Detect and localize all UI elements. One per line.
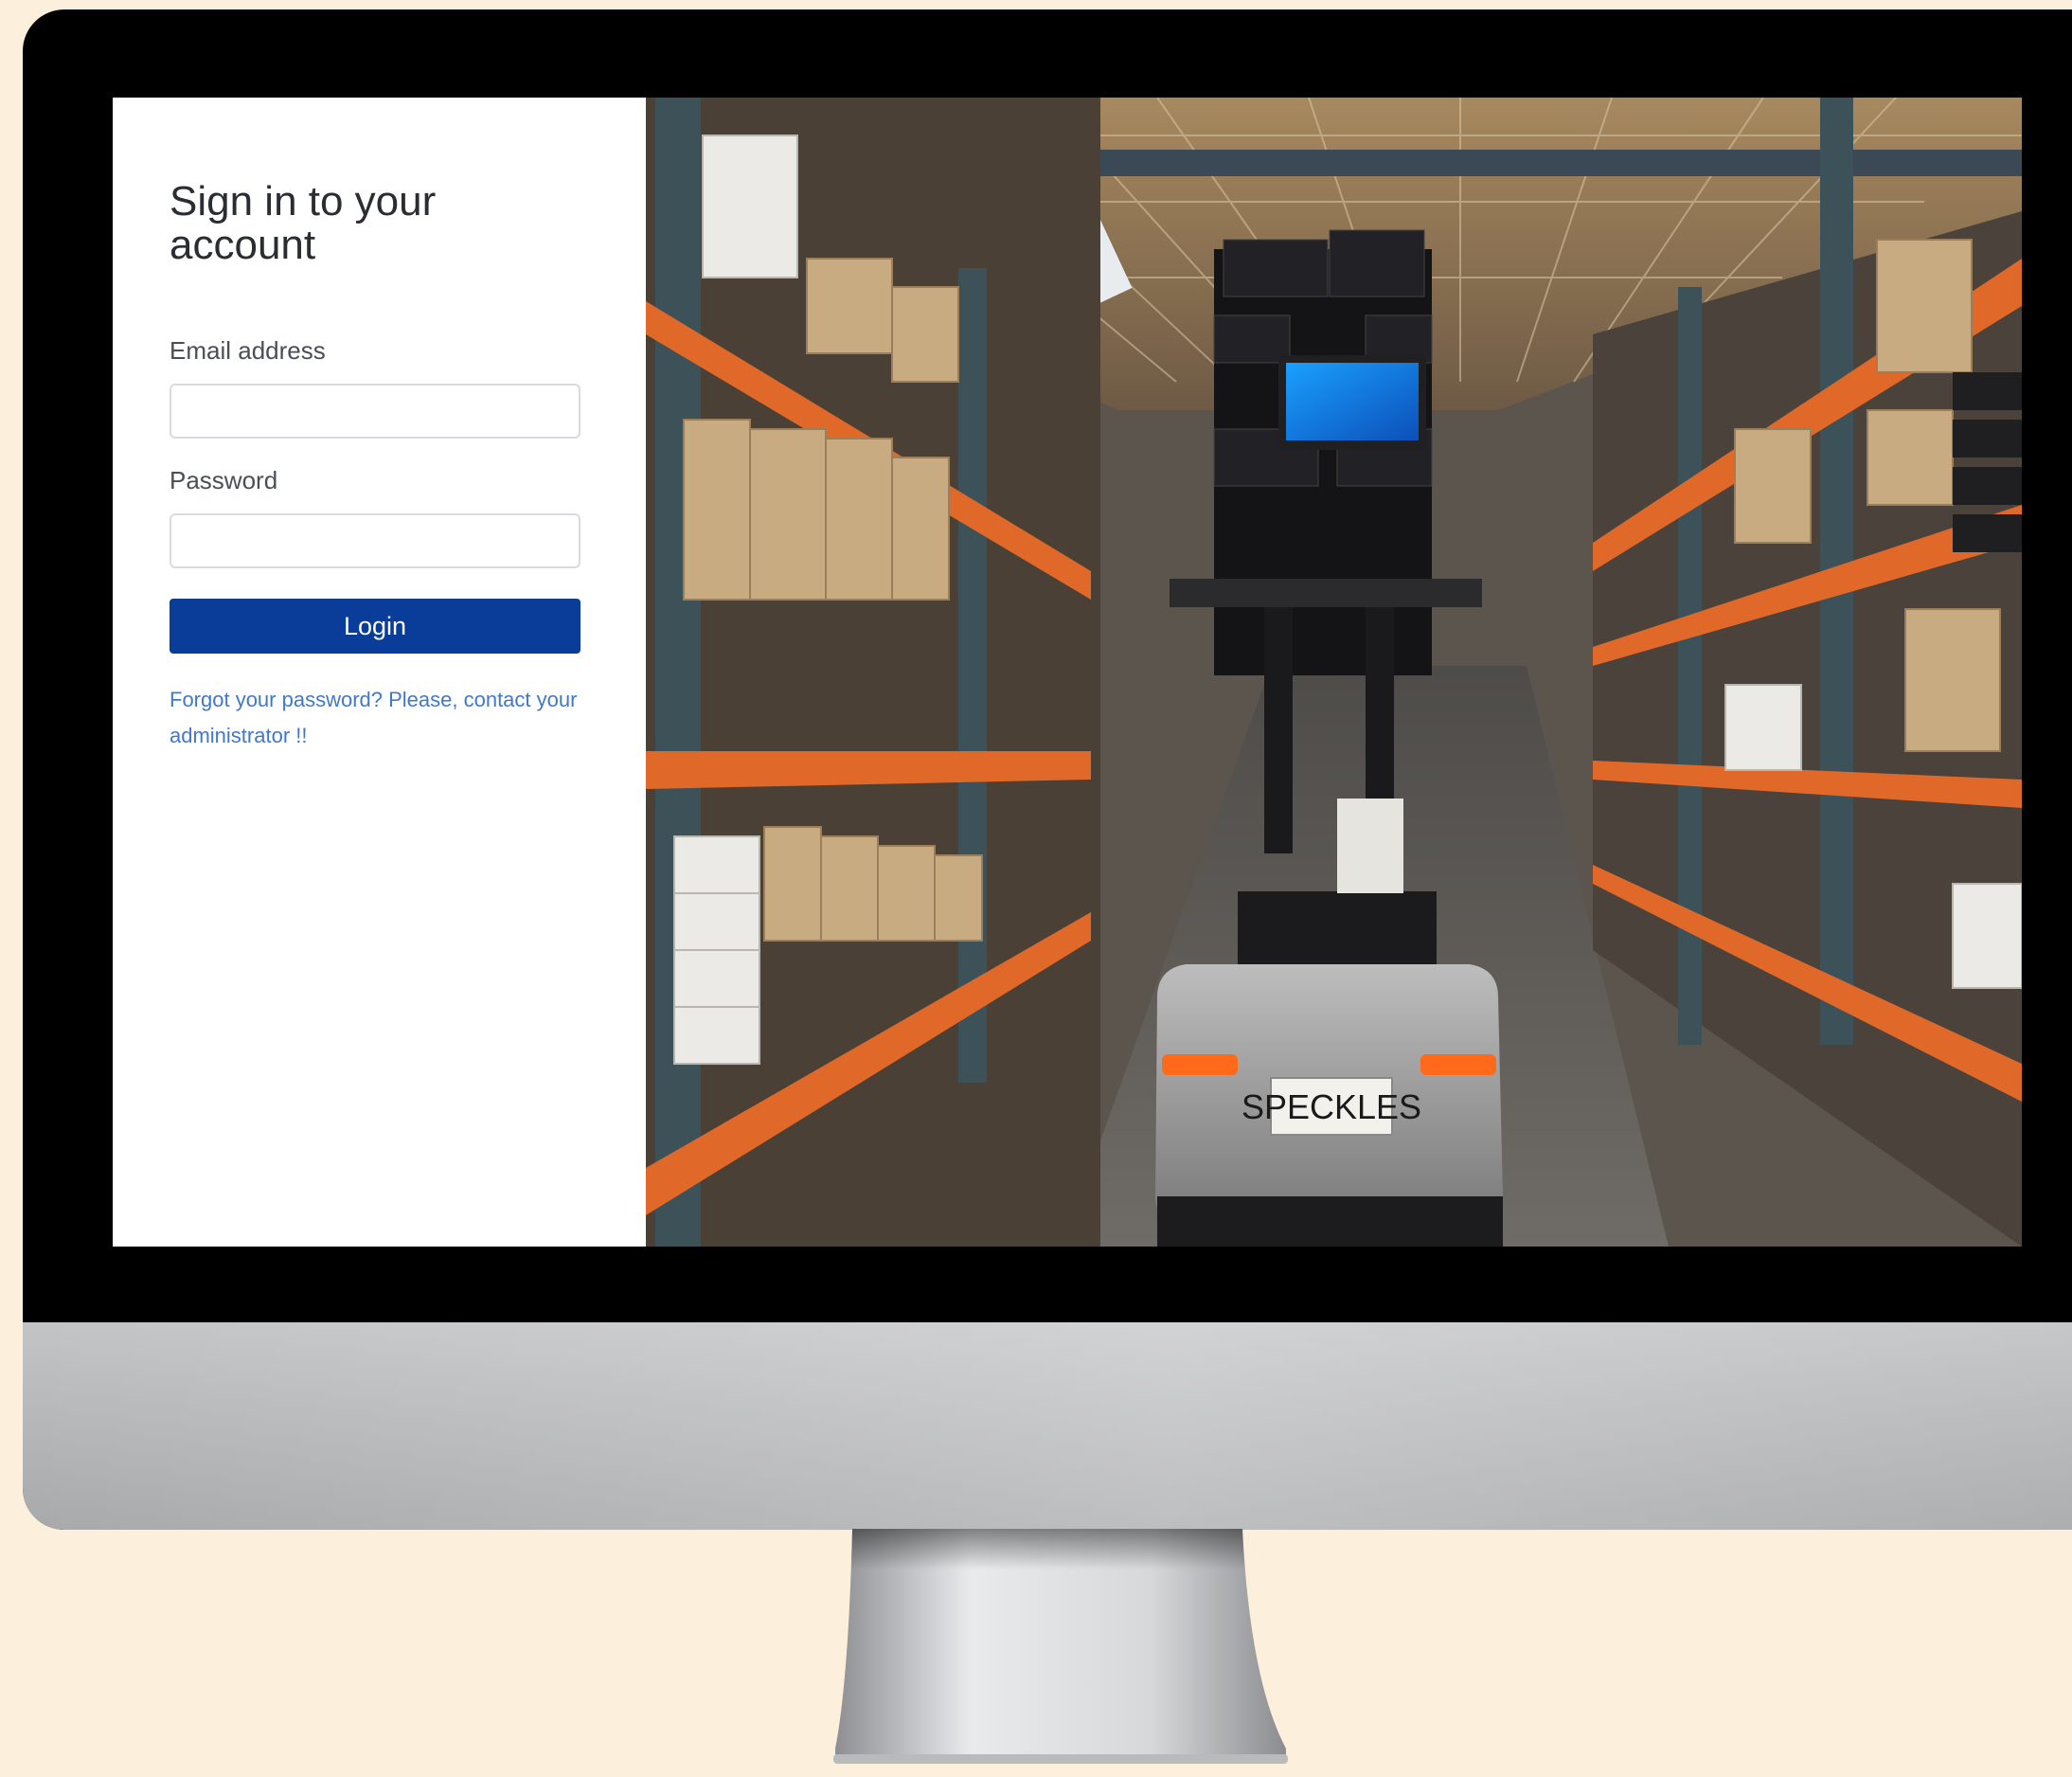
screen: Sign in to your account Email address Pa… (113, 98, 2022, 1247)
login-panel: Sign in to your account Email address Pa… (113, 98, 646, 1247)
monitor-chin (23, 1322, 2072, 1530)
login-button[interactable]: Login (170, 599, 581, 654)
warehouse-photo: SPECKLES (646, 98, 2022, 1247)
monitor-stand (833, 1529, 1288, 1764)
email-field[interactable] (170, 384, 581, 439)
warehouse-illustration: SPECKLES (646, 98, 2022, 1247)
email-label: Email address (170, 336, 326, 365)
password-field[interactable] (170, 513, 581, 568)
page-title: Sign in to your account (170, 178, 437, 268)
password-label: Password (170, 466, 278, 494)
monitor-frame: Sign in to your account Email address Pa… (23, 9, 2072, 1530)
forgot-password-link[interactable]: Forgot your password? Please, contact yo… (170, 682, 586, 754)
robot-plate-text: SPECKLES (1241, 1087, 1421, 1126)
